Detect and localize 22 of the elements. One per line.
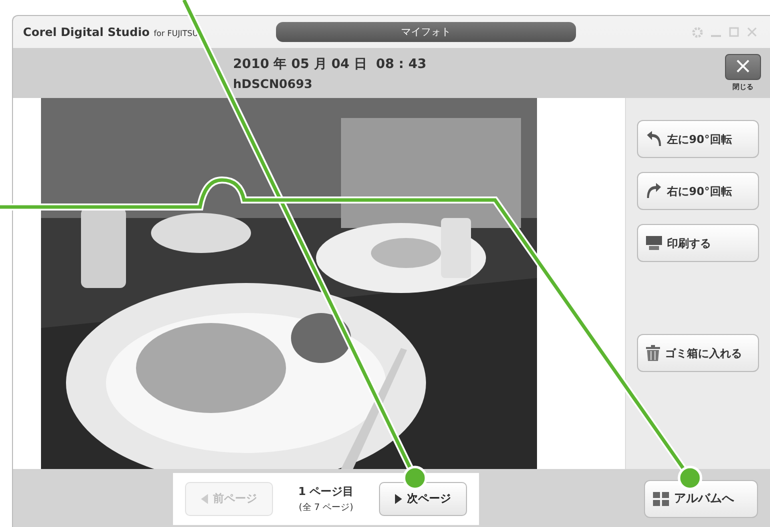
total-pages: (全 7 ページ): [298, 502, 354, 514]
settings-icon[interactable]: [692, 26, 703, 38]
trash-icon: [646, 345, 660, 361]
close-icon[interactable]: [747, 26, 757, 38]
right-triangle-icon: [394, 494, 402, 504]
rotate-left-icon: [646, 131, 662, 147]
maximize-icon[interactable]: [729, 26, 739, 38]
next-page-button[interactable]: 次ページ: [378, 482, 467, 516]
rotate-right-button[interactable]: 右に90°回転: [637, 172, 759, 210]
mode-tab[interactable]: マイフォト: [276, 22, 576, 42]
rotate-right-icon: [646, 183, 662, 199]
album-button[interactable]: アルバムへ: [644, 480, 758, 518]
close-button[interactable]: ×: [725, 54, 761, 80]
rotate-left-button[interactable]: 左に90°回転: [637, 120, 759, 158]
left-triangle-icon: [201, 494, 208, 504]
photo-filename: hDSCN0693: [233, 77, 314, 91]
current-page: 1 ページ目: [298, 484, 354, 498]
printer-icon: [646, 236, 662, 250]
print-button[interactable]: 印刷する: [637, 224, 759, 262]
photo-datetime: 2010 年 05 月 04 日 08 : 43: [233, 56, 426, 73]
trash-button[interactable]: ゴミ箱に入れる: [637, 334, 759, 372]
grid-icon: [653, 492, 669, 506]
